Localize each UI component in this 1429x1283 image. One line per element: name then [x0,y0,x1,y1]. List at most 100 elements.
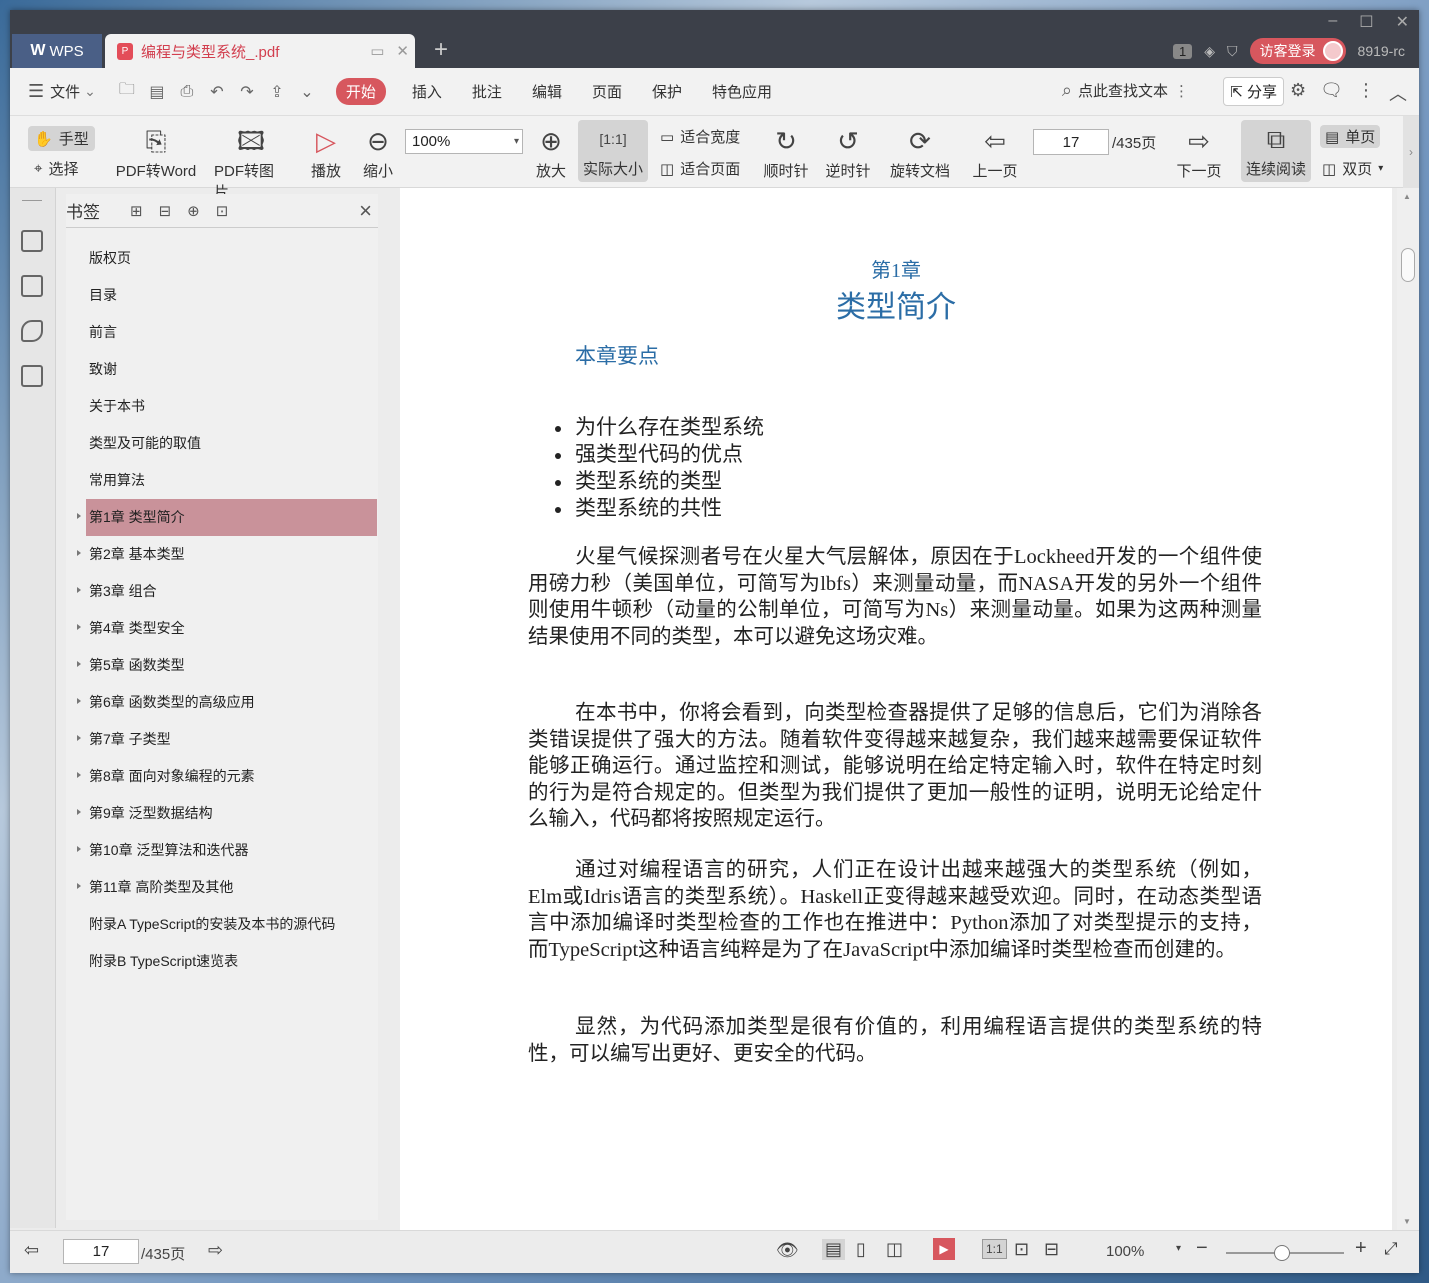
expand-all-icon[interactable]: ⊞ [130,202,143,220]
bookmark-item[interactable]: 类型及可能的取值 [86,425,377,462]
fullscreen-icon[interactable]: ⤢ [1384,1239,1398,1259]
open-folder-icon[interactable]: 🗀 [112,78,142,105]
bookmark-item[interactable]: 附录A TypeScript的安装及本书的源代码 [86,906,377,943]
actual-size-status-icon[interactable]: 1:1 [982,1239,1007,1259]
rotate-counterclockwise-button[interactable]: ↺ 逆时针 [824,122,872,181]
file-menu[interactable]: 文件 [50,81,80,102]
zoom-out-button[interactable]: ⊖ 缩小 [360,122,396,181]
double-page-button[interactable]: ◫ 双页 ▾ [1322,158,1383,179]
select-tool-button[interactable]: ⌖ 选择 [34,158,78,179]
bookmark-item[interactable]: 常用算法 [86,462,377,499]
close-tab-icon[interactable]: ✕ [396,42,409,60]
scrollbar-thumb[interactable] [1401,248,1415,282]
maximize-icon[interactable]: ☐ [1359,12,1373,32]
fit-width-button[interactable]: ▭ 适合宽度 [660,126,740,147]
prev-page-arrow-icon[interactable]: ⇦ [24,1240,39,1261]
bookmark-item[interactable]: 前言 [86,314,377,351]
bookmark-options-icon[interactable]: ⊡ [216,202,229,220]
more-vertical-icon[interactable]: ⋮ [1174,82,1189,100]
share-button[interactable]: ⇱ 分享 [1223,77,1284,106]
vertical-scrollbar[interactable]: ▲ ▼ [1397,188,1419,1230]
bookmark-item[interactable]: 关于本书 [86,388,377,425]
bookmark-item[interactable]: 目录 [86,277,377,314]
play-button[interactable]: ▷ 播放 [308,122,344,181]
undo-icon[interactable]: ↶ [202,82,232,102]
window-count-badge[interactable]: 1 [1173,43,1193,59]
bookmark-item[interactable]: 第9章 泛型数据结构 [77,795,377,832]
eye-protection-icon[interactable]: 👁 [776,1240,799,1261]
zoom-select[interactable]: 100% ▾ [405,129,523,154]
single-page-button[interactable]: ▤ 单页 [1320,125,1381,148]
zoom-in-plus-icon[interactable]: + [1355,1237,1367,1260]
close-panel-icon[interactable]: × [359,198,372,224]
bookmark-item-active[interactable]: 第1章 类型简介 [77,499,377,536]
more-icon[interactable]: ⋮ [1357,80,1375,106]
shirt-icon[interactable]: ⛉ [1227,43,1238,60]
pdf-to-image-button[interactable]: 🖾 PDF转图片 [214,122,288,202]
rotate-clockwise-button[interactable]: ↻ 顺时针 [762,122,810,181]
tab-insert[interactable]: 插入 [412,81,442,102]
document-tab[interactable]: P 编程与类型系统_.pdf ▭ ✕ [105,34,415,68]
next-page-arrow-icon[interactable]: ⇨ [208,1240,223,1261]
more-chevron-icon[interactable]: ⌄ [292,82,322,102]
zoom-dropdown-icon[interactable]: ▾ [1176,1243,1181,1254]
bookmark-item[interactable]: 第11章 高阶类型及其他 [77,869,377,906]
hamburger-icon[interactable]: ☰ [28,81,44,102]
redo-icon[interactable]: ↷ [232,82,262,102]
gear-icon[interactable]: ⚙ [1290,80,1306,106]
login-button[interactable]: 访客登录 [1249,38,1346,64]
bookmark-item[interactable]: 第5章 函数类型 [77,647,377,684]
close-window-icon[interactable]: ✕ [1396,12,1409,32]
tab-protect[interactable]: 保护 [652,81,682,102]
hand-tool-button[interactable]: ✋ 手型 [28,126,95,151]
bookmark-item[interactable]: 第8章 面向对象编程的元素 [77,758,377,795]
zoom-in-button[interactable]: ⊕ 放大 [533,122,569,181]
fit-page-button[interactable]: ◫ 适合页面 [660,158,740,179]
continuous-reading-button[interactable]: ⧉ 连续阅读 [1241,120,1311,182]
chevron-down-icon[interactable]: ⌄ [84,83,96,100]
fit-page-status-icon[interactable]: ⊡ [1014,1239,1029,1260]
new-tab-button[interactable]: + [434,38,448,62]
pdf-to-word-button[interactable]: ⎘ PDF转Word [114,122,198,181]
bookmark-item[interactable]: 第2章 基本类型 [77,536,377,573]
tab-float-icon[interactable]: ▭ [370,42,384,60]
bookmark-item[interactable]: 第10章 泛型算法和迭代器 [77,832,377,869]
actual-size-button[interactable]: [1:1] 实际大小 [578,120,648,182]
ribbon-scroll-right[interactable]: › [1403,116,1419,188]
tab-edit[interactable]: 编辑 [532,81,562,102]
collapse-ribbon-icon[interactable]: ︿ [1389,80,1407,106]
status-zoom-value[interactable]: 100% [1106,1243,1144,1260]
slideshow-play-icon[interactable]: ▶ [933,1238,955,1260]
skin-icon[interactable]: ◈ [1204,43,1215,60]
minimize-icon[interactable]: – [1328,12,1337,32]
status-page-input[interactable]: 17 [63,1239,139,1264]
add-bookmark-icon[interactable]: ⊕ [187,202,200,220]
zoom-out-minus-icon[interactable]: − [1196,1237,1208,1260]
thumbnail-image-icon[interactable] [21,275,43,297]
find-text[interactable]: ⌕ 点此查找文本 ⋮ [1062,80,1189,101]
next-page-button[interactable]: ⇨ 下一页 [1174,122,1224,181]
zoom-slider-handle[interactable] [1274,1245,1290,1261]
comment-icon[interactable]: 🗨 [1320,80,1343,106]
bookmark-item[interactable]: 第4章 类型安全 [77,610,377,647]
tab-page[interactable]: 页面 [592,81,622,102]
tab-special[interactable]: 特色应用 [712,81,772,102]
annotation-pen-icon[interactable] [21,320,43,342]
bookmark-item[interactable]: 致谢 [86,351,377,388]
bookmark-item[interactable]: 附录B TypeScript速览表 [86,943,377,980]
save-icon[interactable]: ▤ [142,82,172,102]
bookmark-list-icon[interactable] [21,230,43,252]
bookmark-item[interactable]: 版权页 [86,240,377,277]
double-view-icon[interactable]: ◫ [886,1239,903,1260]
scroll-up-icon[interactable]: ▲ [1403,192,1411,201]
tab-annotate[interactable]: 批注 [472,81,502,102]
bookmark-item[interactable]: 第7章 子类型 [77,721,377,758]
bookmark-item[interactable]: 第6章 函数类型的高级应用 [77,684,377,721]
signature-icon[interactable] [21,365,43,387]
fit-width-status-icon[interactable]: ⊟ [1044,1239,1059,1260]
export-icon[interactable]: ⇪ [262,82,292,102]
tab-start[interactable]: 开始 [335,78,386,105]
bookmark-item[interactable]: 第3章 组合 [77,573,377,610]
single-view-icon[interactable]: ▯ [856,1239,866,1260]
continuous-view-icon[interactable]: ▤ [822,1239,846,1260]
